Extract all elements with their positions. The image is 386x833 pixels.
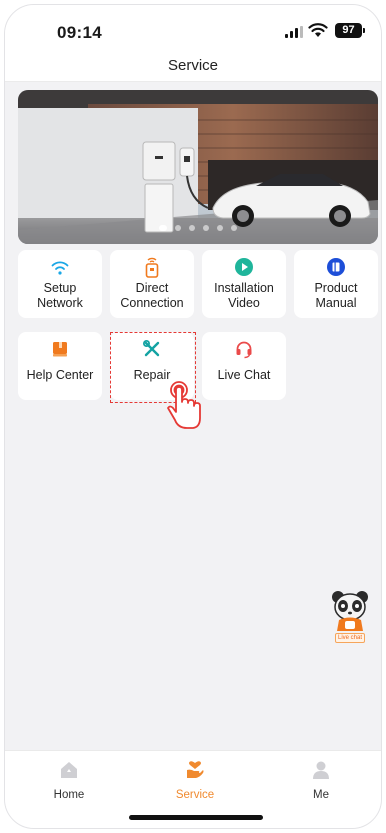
tab-label: Service [175,789,215,801]
cellular-signal-icon [285,26,303,38]
device-signal-icon [145,257,159,278]
tap-hand-icon [167,381,201,429]
wifi-status-icon [308,23,328,37]
tile-label: Help Center [26,368,94,382]
tile-label: Installation Video [214,281,274,310]
play-icon [235,258,253,276]
tab-label: Me [313,789,329,801]
tile-label: Setup Network [37,281,83,310]
tab-label: Home [53,789,85,801]
home-indicator [129,815,263,820]
carousel-dot[interactable] [189,225,195,231]
status-bar: 09:14 97 [5,5,381,49]
service-tile-setup-network[interactable]: Setup Network [18,250,102,318]
heart-hand-icon [187,761,204,778]
carousel-dot[interactable] [175,225,181,231]
carousel-dots [18,218,378,236]
page-title: Service [167,57,219,74]
carousel-dot[interactable] [231,225,237,231]
live-chat-badge[interactable]: Live chat [335,633,365,643]
service-tile-product-manual[interactable]: Product Manual [294,250,378,318]
tab-service[interactable]: Service [155,759,235,801]
service-tile-help-center[interactable]: Help Center [18,332,102,400]
house-icon [61,762,77,778]
service-tile-direct-connection[interactable]: Direct Connection [110,250,194,318]
folder-icon [53,342,67,357]
carousel-dot[interactable] [203,225,209,231]
nav-bar: Service [5,49,381,82]
person-icon [313,761,329,779]
promo-banner[interactable] [18,90,378,244]
tile-label: Direct Connection [120,281,184,310]
battery-indicator: 97 [335,23,365,38]
tile-label: Live Chat [217,368,271,382]
tab-me[interactable]: Me [281,759,361,801]
tab-bar: Home Service Me [5,750,381,828]
service-tile-live-chat[interactable]: Live Chat [202,332,286,400]
service-tile-installation-video[interactable]: Installation Video [202,250,286,318]
tile-label: Product Manual [314,281,358,310]
book-icon [327,258,345,276]
phone-screen: 09:14 97 Service Setup Network Direct Co… [4,4,382,829]
carousel-dot[interactable] [159,225,167,231]
status-time: 09:14 [57,23,102,42]
tab-home[interactable]: Home [29,759,109,801]
carousel-dot[interactable] [217,225,223,231]
wifi-icon [51,261,69,275]
headset-icon [236,341,252,359]
